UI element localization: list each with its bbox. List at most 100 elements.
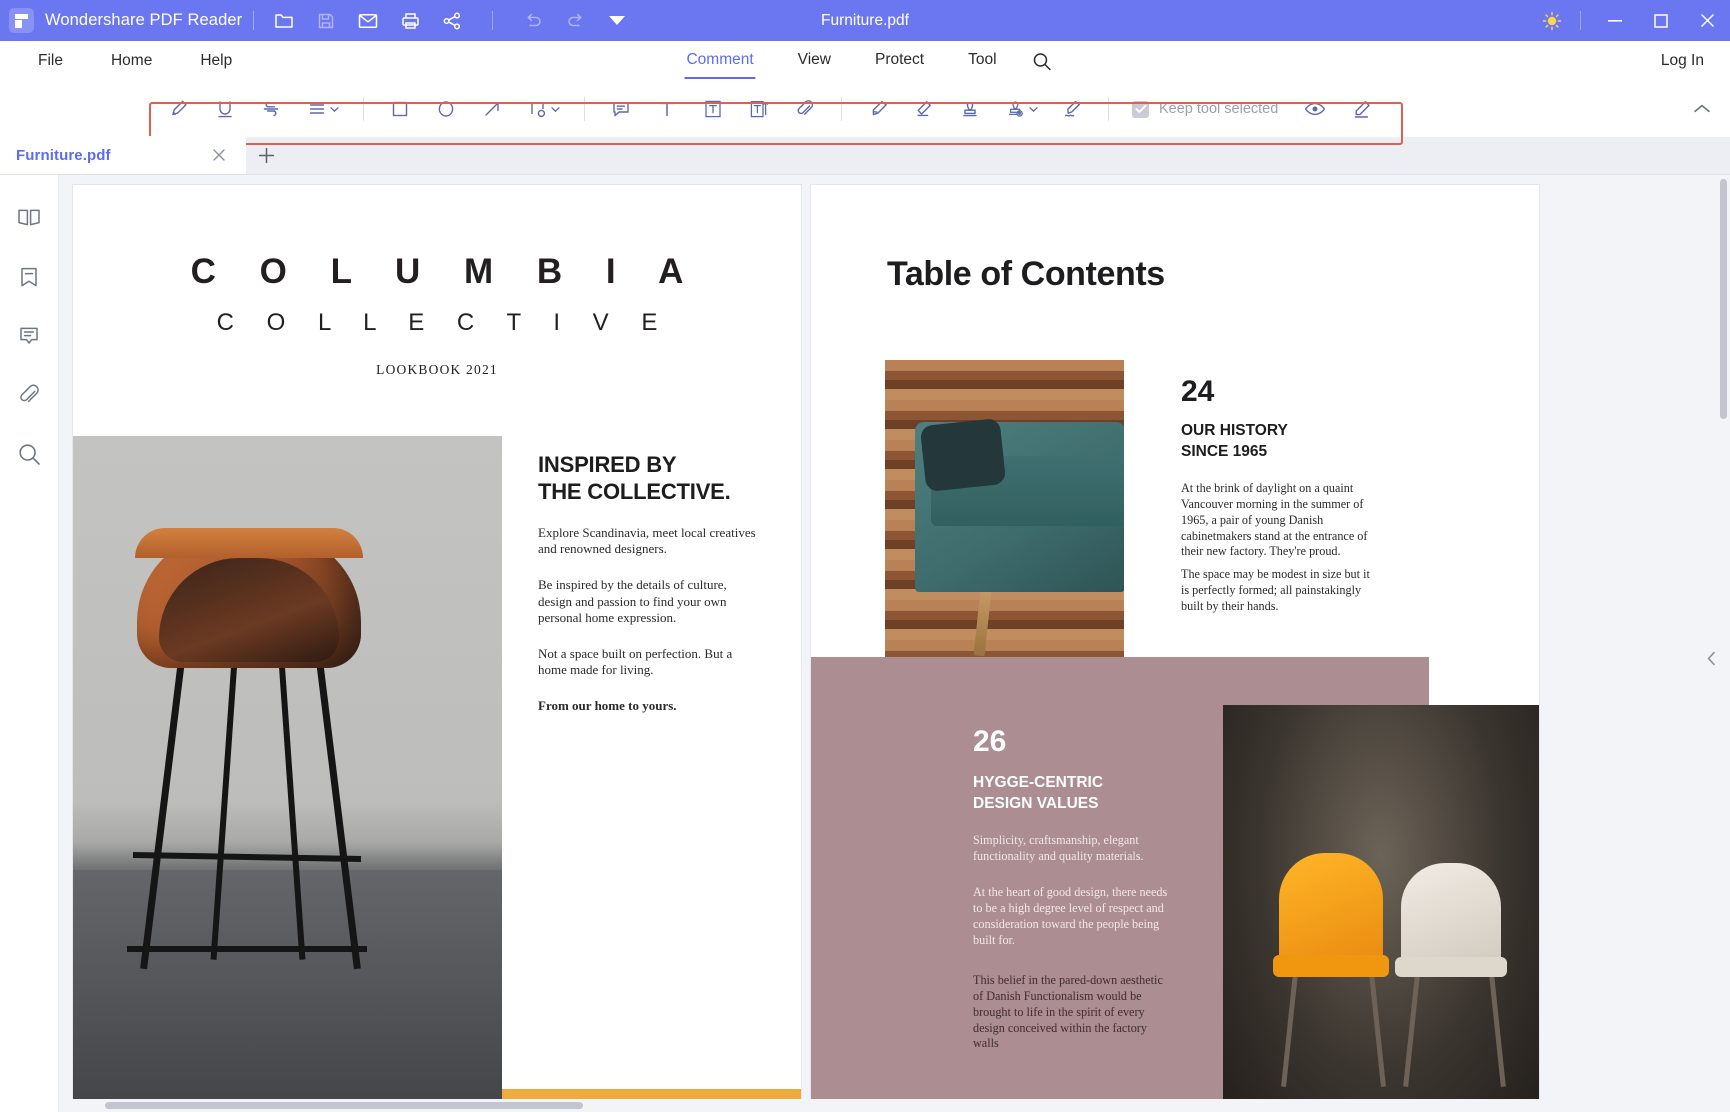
eraser-tool[interactable]	[901, 90, 947, 128]
divider	[253, 11, 255, 30]
page2-entry1-heading-line2: SINCE 1965	[1181, 442, 1268, 460]
note-tool[interactable]	[598, 90, 644, 128]
minimize-button[interactable]	[1592, 0, 1638, 41]
page1-paragraph-3: Not a space built on perfection. But a h…	[538, 645, 733, 678]
save-icon[interactable]	[313, 8, 339, 34]
undo-icon[interactable]	[520, 8, 546, 34]
divider	[584, 97, 585, 121]
more-dropdown-icon[interactable]	[604, 8, 630, 34]
maximize-button[interactable]	[1638, 0, 1684, 41]
menu-left-group: File Home Help	[0, 46, 256, 76]
vertical-scrollbar[interactable]	[1717, 175, 1730, 1099]
title-bar: Wondershare PDF Reader Furniture.pdf	[0, 0, 1730, 41]
chevron-down-icon	[1028, 106, 1038, 112]
page1-text-block: INSPIRED BY THE COLLECTIVE. Explore Scan…	[538, 452, 758, 715]
menu-item-home[interactable]: Home	[87, 46, 176, 76]
workspace: C O L U M B I A C O L L E C T I V E LOOK…	[0, 175, 1730, 1112]
menu-item-help[interactable]: Help	[176, 46, 256, 76]
page1-paragraph-2: Be inspired by the details of culture, d…	[538, 576, 727, 626]
keep-tool-selected-label: Keep tool selected	[1159, 101, 1279, 117]
page2-chairs-photo	[1223, 705, 1539, 1112]
chevron-up-icon[interactable]	[1688, 95, 1716, 123]
pdf-pages-container: C O L U M B I A C O L L E C T I V E LOOK…	[59, 175, 1539, 1112]
eye-icon[interactable]	[1292, 90, 1338, 128]
tab-protect[interactable]: Protect	[853, 43, 946, 79]
rectangle-tool[interactable]	[377, 90, 423, 128]
divider	[1108, 97, 1109, 121]
page2-entry1-heading: OUR HISTORY SINCE 1965	[1181, 421, 1288, 463]
tab-tool[interactable]: Tool	[946, 43, 1018, 79]
shapes-tool[interactable]	[515, 90, 571, 128]
page2-entry1-number: 24	[1181, 375, 1215, 408]
callout-tool[interactable]	[736, 90, 782, 128]
chevron-down-icon	[329, 106, 339, 112]
page1-paragraph-1: Explore Scandinavia, meet local creative…	[538, 524, 756, 557]
document-title: Furniture.pdf	[821, 11, 909, 29]
pdf-viewer[interactable]: C O L U M B I A C O L L E C T I V E LOOK…	[59, 175, 1730, 1112]
signature-tool[interactable]	[1049, 90, 1095, 128]
strikethrough-tool[interactable]	[248, 90, 294, 128]
pen-underline-icon[interactable]	[1338, 90, 1384, 128]
sidebar-item-comments[interactable]	[11, 318, 47, 354]
quick-access-toolbar	[271, 8, 630, 34]
open-folder-icon[interactable]	[271, 8, 297, 34]
pdf-page-1: C O L U M B I A C O L L E C T I V E LOOK…	[73, 185, 801, 1112]
page2-entry2-paragraph-1: Simplicity, craftsmanship, elegant funct…	[973, 833, 1144, 863]
redo-icon[interactable]	[562, 8, 588, 34]
page1-heading-line2: THE COLLECTIVE.	[538, 478, 731, 504]
tab-view[interactable]: View	[776, 43, 853, 79]
pencil-tool[interactable]	[855, 90, 901, 128]
menu-bar: File Home Help Comment View Protect Tool…	[0, 41, 1730, 81]
arrow-tool[interactable]	[469, 90, 515, 128]
share-icon[interactable]	[439, 8, 465, 34]
highlight-tool[interactable]	[156, 90, 202, 128]
annotation-toolbar: Keep tool selected	[0, 81, 1730, 145]
login-button[interactable]: Log In	[1661, 52, 1704, 69]
squiggly-tool[interactable]	[294, 90, 350, 128]
tab-comment[interactable]: Comment	[664, 43, 775, 79]
ribbon-tabs: Comment View Protect Tool	[664, 43, 1065, 79]
ellipse-tool[interactable]	[423, 90, 469, 128]
sidebar-item-thumbnails[interactable]	[11, 200, 47, 236]
page2-entry2-paragraph-3: This belief in the pared-down aesthetic …	[973, 973, 1163, 1051]
plus-icon[interactable]	[246, 136, 286, 174]
page2-entry2-heading-line1: HYGGE-CENTRIC	[973, 774, 1104, 791]
pdf-page-2: Table of Contents 24 OUR HISTORY SINCE 1…	[811, 185, 1539, 1112]
vertical-scrollbar-thumb[interactable]	[1720, 179, 1727, 419]
print-icon[interactable]	[397, 8, 423, 34]
search-icon[interactable]	[1019, 44, 1066, 79]
sun-icon[interactable]	[1535, 0, 1569, 41]
stamp-tool[interactable]	[947, 90, 993, 128]
page1-brand-line1: C O L U M B I A	[190, 252, 701, 291]
text-box-tool[interactable]	[690, 90, 736, 128]
chevron-down-icon	[550, 106, 560, 112]
page2-entry1-paragraph-2: The space may be modest in size but it i…	[1181, 567, 1370, 613]
horizontal-scrollbar[interactable]	[59, 1099, 1717, 1112]
app-logo-icon	[9, 8, 34, 33]
sidebar-item-search[interactable]	[11, 436, 47, 472]
divider	[492, 11, 494, 30]
page1-brand-line2: C O L L E C T I V E	[216, 309, 671, 336]
document-tab[interactable]: Furniture.pdf	[0, 136, 246, 174]
divider	[363, 97, 364, 121]
keep-tool-selected-checkbox[interactable]: Keep tool selected	[1132, 100, 1279, 118]
email-icon[interactable]	[355, 8, 381, 34]
page2-entry1-heading-line1: OUR HISTORY	[1181, 422, 1288, 439]
attachment-tool[interactable]	[782, 90, 828, 128]
annotation-tool-group: Keep tool selected	[0, 90, 1384, 128]
typewriter-tool[interactable]	[644, 90, 690, 128]
custom-stamp-tool[interactable]	[993, 90, 1049, 128]
right-panel-expand-chevron-left-icon[interactable]	[1706, 643, 1716, 673]
page2-entry2-heading: HYGGE-CENTRIC DESIGN VALUES	[973, 773, 1103, 815]
sidebar-item-attachments[interactable]	[11, 377, 47, 413]
horizontal-scrollbar-thumb[interactable]	[105, 1102, 583, 1109]
close-icon[interactable]	[208, 144, 230, 166]
close-button[interactable]	[1684, 0, 1730, 41]
page1-heading-line1: INSPIRED BY	[538, 452, 677, 477]
document-tab-label: Furniture.pdf	[16, 146, 111, 164]
app-name: Wondershare PDF Reader	[45, 11, 243, 29]
underline-tool[interactable]	[202, 90, 248, 128]
sidebar-item-bookmarks[interactable]	[11, 259, 47, 295]
menu-item-file[interactable]: File	[14, 46, 87, 76]
page2-sofa-photo	[885, 360, 1124, 686]
